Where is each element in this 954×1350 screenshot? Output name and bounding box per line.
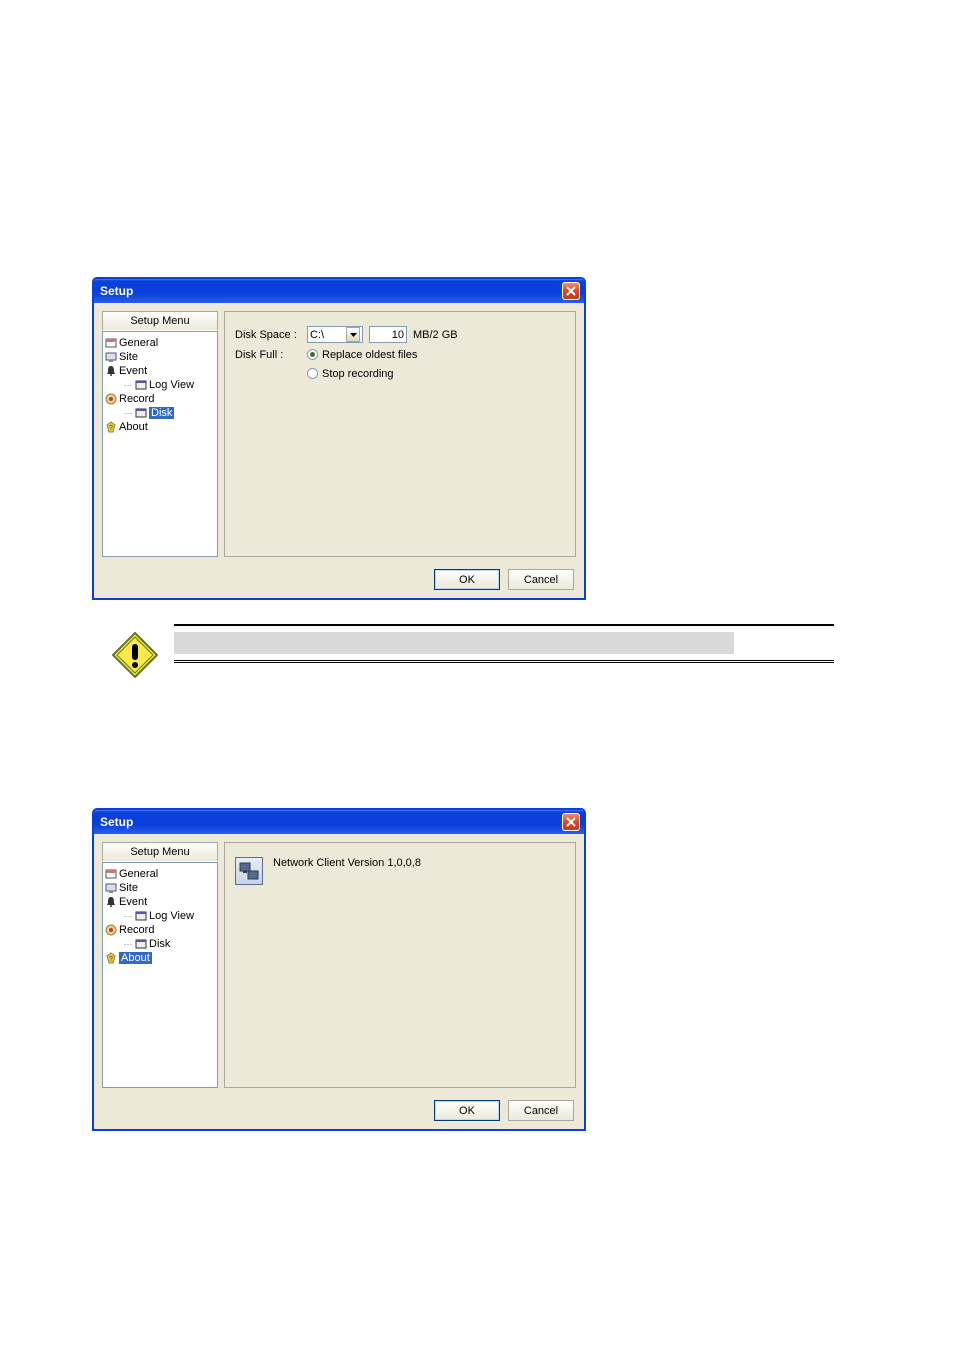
cancel-button[interactable]: Cancel	[508, 1100, 574, 1121]
card-icon	[105, 868, 117, 880]
tree-item-about[interactable]: ? About	[105, 951, 215, 965]
window-title: Setup	[100, 284, 133, 298]
disk-icon	[135, 938, 147, 950]
tree-label: About	[119, 421, 148, 433]
tree-item-disk[interactable]: ⋯ Disk	[105, 937, 215, 951]
card-icon	[105, 337, 117, 349]
tree-connector-icon: ⋯	[123, 408, 133, 419]
ok-button[interactable]: OK	[434, 569, 500, 590]
radio-stop-recording[interactable]	[307, 368, 318, 379]
setup-tree[interactable]: General Site Event	[102, 862, 218, 1088]
disk-full-label: Disk Full :	[235, 349, 301, 361]
setup-dialog-disk: Setup Setup Menu General	[92, 277, 586, 600]
titlebar[interactable]: Setup	[94, 810, 584, 834]
disk-space-input[interactable]	[369, 326, 407, 343]
tree-item-about[interactable]: ? About	[105, 420, 215, 434]
tree-item-event[interactable]: Event	[105, 895, 215, 909]
record-icon	[105, 924, 117, 936]
setup-tree[interactable]: General Site Event	[102, 331, 218, 557]
setup-menu-header: Setup Menu	[102, 311, 218, 331]
tree-item-event[interactable]: Event	[105, 364, 215, 378]
setup-dialog-about: Setup Setup Menu General	[92, 808, 586, 1131]
tree-label: Log View	[149, 910, 194, 922]
radio-replace-label: Replace oldest files	[322, 349, 417, 361]
tree-label: Log View	[149, 379, 194, 391]
disk-icon	[135, 407, 147, 419]
chevron-down-icon	[350, 333, 357, 337]
svg-text:?: ?	[109, 425, 113, 432]
note-block	[92, 624, 862, 678]
titlebar[interactable]: Setup	[94, 279, 584, 303]
tree-label: Disk	[149, 938, 170, 950]
close-icon	[566, 286, 576, 296]
tree-label: General	[119, 337, 158, 349]
svg-text:?: ?	[109, 956, 113, 963]
tree-item-record[interactable]: Record	[105, 923, 215, 937]
divider	[174, 662, 834, 663]
disk-icon	[135, 379, 147, 391]
tree-label-selected: Disk	[149, 407, 174, 419]
close-button[interactable]	[562, 813, 580, 831]
tree-item-record[interactable]: Record	[105, 392, 215, 406]
bell-icon	[105, 896, 117, 908]
tree-item-general[interactable]: General	[105, 867, 215, 881]
window-title: Setup	[100, 815, 133, 829]
tree-item-disk[interactable]: ⋯ Disk	[105, 406, 215, 420]
combo-dropdown-button[interactable]	[346, 327, 360, 342]
close-button[interactable]	[562, 282, 580, 300]
about-version-text: Network Client Version 1,0,0,8	[273, 857, 421, 869]
tree-item-logview[interactable]: ⋯ Log View	[105, 909, 215, 923]
tree-connector-icon: ⋯	[123, 380, 133, 391]
about-app-icon	[235, 857, 263, 885]
tree-label-selected: About	[119, 952, 152, 964]
radio-replace-oldest[interactable]	[307, 349, 318, 360]
tree-label: Record	[119, 393, 154, 405]
note-highlight	[174, 632, 734, 654]
record-icon	[105, 393, 117, 405]
question-icon: ?	[105, 952, 117, 964]
tree-item-general[interactable]: General	[105, 336, 215, 350]
tree-item-site[interactable]: Site	[105, 350, 215, 364]
disk-settings-panel: Disk Space : C:\ MB/2 GB Disk Full : Rep	[224, 311, 576, 557]
question-icon: ?	[105, 421, 117, 433]
disk-space-suffix: MB/2 GB	[413, 329, 458, 341]
drive-value: C:\	[310, 329, 324, 341]
close-icon	[566, 817, 576, 827]
tree-item-site[interactable]: Site	[105, 881, 215, 895]
disk-space-label: Disk Space :	[235, 329, 301, 341]
tree-connector-icon: ⋯	[123, 911, 133, 922]
monitor-icon	[105, 882, 117, 894]
tree-label: Site	[119, 882, 138, 894]
divider	[174, 660, 834, 661]
tree-item-logview[interactable]: ⋯ Log View	[105, 378, 215, 392]
monitor-icon	[105, 351, 117, 363]
divider	[174, 624, 834, 626]
tree-connector-icon: ⋯	[123, 939, 133, 950]
drive-combo[interactable]: C:\	[307, 326, 363, 343]
tree-label: Record	[119, 924, 154, 936]
tree-label: Site	[119, 351, 138, 363]
setup-menu-header: Setup Menu	[102, 842, 218, 862]
bell-icon	[105, 365, 117, 377]
tree-label: Event	[119, 896, 147, 908]
about-panel: Network Client Version 1,0,0,8	[224, 842, 576, 1088]
tree-label: General	[119, 868, 158, 880]
caution-icon	[112, 632, 158, 678]
ok-button[interactable]: OK	[434, 1100, 500, 1121]
tree-label: Event	[119, 365, 147, 377]
disk-icon	[135, 910, 147, 922]
radio-stop-label: Stop recording	[322, 368, 394, 380]
cancel-button[interactable]: Cancel	[508, 569, 574, 590]
